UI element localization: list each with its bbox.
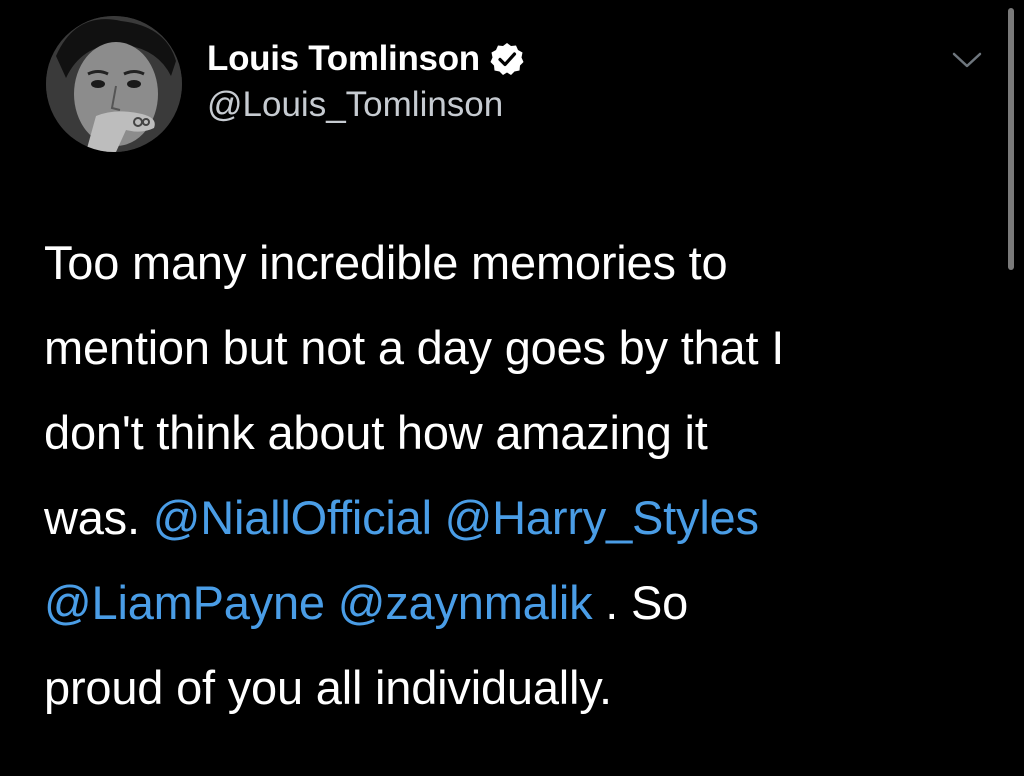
author-display-name[interactable]: Louis Tomlinson xyxy=(207,39,480,79)
tweet-text-fragment: . So xyxy=(592,576,689,629)
author-handle[interactable]: @Louis_Tomlinson xyxy=(207,85,503,125)
tweet-text-fragment: was. xyxy=(44,491,153,544)
mention-link-liam[interactable]: @LiamPayne xyxy=(44,576,325,629)
tweet-line: proud of you all individually. xyxy=(44,661,612,714)
tweet-line: was. @NiallOfficial @Harry_Styles xyxy=(44,475,994,560)
mention-link-niall[interactable]: @NiallOfficial xyxy=(153,491,432,544)
mention-link-zayn[interactable]: @zaynmalik xyxy=(338,576,593,629)
chevron-down-icon[interactable] xyxy=(948,46,986,72)
mention-link-harry[interactable]: @Harry_Styles xyxy=(445,491,759,544)
profile-photo-icon xyxy=(46,16,182,152)
tweet-line: @LiamPayne @zaynmalik . So xyxy=(44,560,994,645)
avatar[interactable] xyxy=(46,16,182,152)
tweet-line: don't think about how amazing it xyxy=(44,406,708,459)
tweet-text: Too many incredible memories to mention … xyxy=(44,220,994,730)
verified-badge-icon xyxy=(490,43,524,75)
tweet-line: Too many incredible memories to xyxy=(44,236,728,289)
scrollbar[interactable] xyxy=(1008,8,1014,270)
tweet-line: mention but not a day goes by that I xyxy=(44,321,785,374)
author-name-row[interactable]: Louis Tomlinson xyxy=(207,36,524,82)
